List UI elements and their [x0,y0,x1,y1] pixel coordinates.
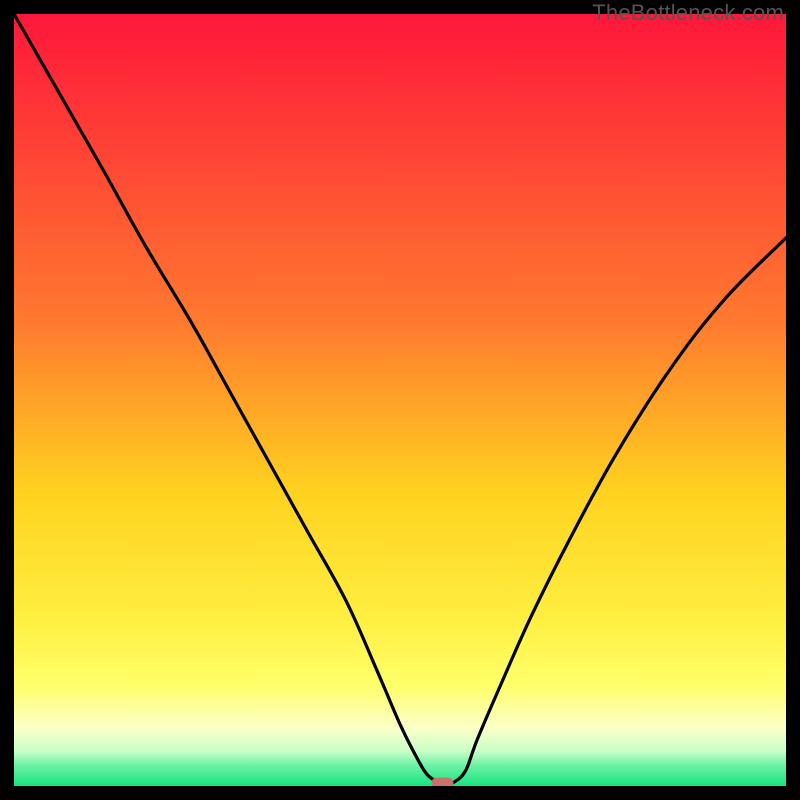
chart-frame [14,14,786,786]
bottleneck-plot [14,14,786,786]
minimum-marker [431,778,453,786]
gradient-background [14,14,786,786]
watermark-text: TheBottleneck.com [592,0,784,26]
